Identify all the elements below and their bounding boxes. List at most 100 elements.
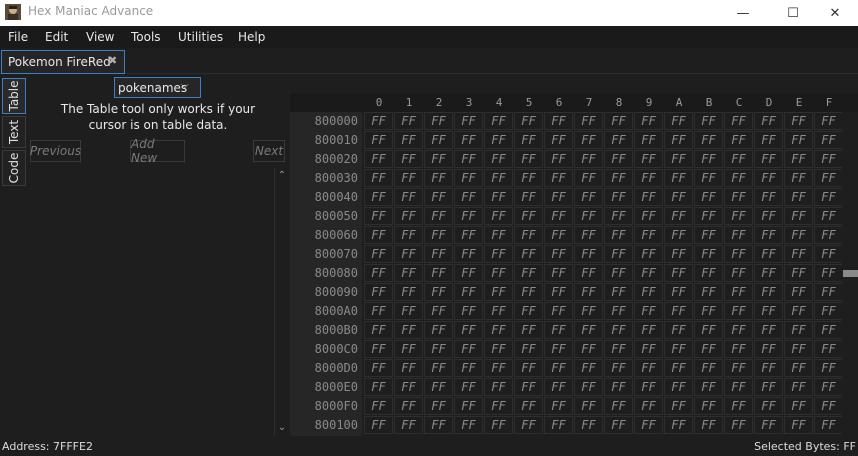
hex-byte-cell[interactable]: FF: [484, 321, 513, 339]
hex-byte-cell[interactable]: FF: [364, 283, 393, 301]
hex-byte-cell[interactable]: FF: [754, 226, 783, 244]
hex-byte-cell[interactable]: FF: [694, 397, 723, 415]
hex-byte-cell[interactable]: FF: [754, 150, 783, 168]
hex-byte-cell[interactable]: FF: [394, 378, 423, 396]
hex-byte-cell[interactable]: FF: [754, 416, 783, 434]
hex-byte-cell[interactable]: FF: [574, 264, 603, 282]
hex-byte-cell[interactable]: FF: [514, 188, 543, 206]
hex-byte-cell[interactable]: FF: [574, 340, 603, 358]
hex-byte-cell[interactable]: FF: [424, 302, 453, 320]
hex-byte-cell[interactable]: FF: [544, 245, 573, 263]
hex-byte-cell[interactable]: FF: [784, 302, 813, 320]
hex-byte-cell[interactable]: FF: [664, 378, 693, 396]
hex-byte-cell[interactable]: FF: [694, 264, 723, 282]
hex-byte-cell[interactable]: FF: [454, 416, 483, 434]
hex-byte-cell[interactable]: FF: [604, 112, 633, 130]
hex-byte-cell[interactable]: FF: [364, 397, 393, 415]
hex-byte-cell[interactable]: FF: [664, 397, 693, 415]
hex-byte-cell[interactable]: FF: [754, 264, 783, 282]
hex-byte-cell[interactable]: FF: [364, 416, 393, 434]
hex-byte-cell[interactable]: FF: [754, 131, 783, 149]
hex-byte-cell[interactable]: FF: [394, 416, 423, 434]
hex-byte-cell[interactable]: FF: [634, 378, 663, 396]
hex-byte-cell[interactable]: FF: [574, 416, 603, 434]
hex-byte-cell[interactable]: FF: [514, 226, 543, 244]
hex-byte-cell[interactable]: FF: [424, 188, 453, 206]
hex-byte-cell[interactable]: FF: [574, 112, 603, 130]
hex-byte-cell[interactable]: FF: [724, 112, 753, 130]
hex-byte-cell[interactable]: FF: [814, 321, 843, 339]
hex-byte-cell[interactable]: FF: [484, 112, 513, 130]
hex-byte-cell[interactable]: FF: [784, 207, 813, 225]
hex-byte-cell[interactable]: FF: [664, 416, 693, 434]
hex-byte-cell[interactable]: FF: [724, 378, 753, 396]
hex-byte-cell[interactable]: FF: [814, 131, 843, 149]
hex-byte-cell[interactable]: FF: [784, 188, 813, 206]
hex-byte-cell[interactable]: FF: [604, 169, 633, 187]
hex-byte-cell[interactable]: FF: [814, 416, 843, 434]
hex-scrollbar-thumb[interactable]: [843, 270, 858, 277]
hex-byte-cell[interactable]: FF: [484, 359, 513, 377]
hex-byte-cell[interactable]: FF: [454, 283, 483, 301]
hex-byte-cell[interactable]: FF: [514, 378, 543, 396]
scroll-up-icon[interactable]: ⌃: [275, 170, 289, 181]
hex-byte-cell[interactable]: FF: [694, 359, 723, 377]
hex-byte-cell[interactable]: FF: [364, 131, 393, 149]
hex-byte-cell[interactable]: FF: [634, 397, 663, 415]
hex-byte-cell[interactable]: FF: [634, 150, 663, 168]
hex-byte-cell[interactable]: FF: [634, 416, 663, 434]
hex-byte-cell[interactable]: FF: [724, 397, 753, 415]
hex-byte-cell[interactable]: FF: [754, 378, 783, 396]
hex-byte-cell[interactable]: FF: [424, 416, 453, 434]
hex-byte-cell[interactable]: FF: [604, 283, 633, 301]
hex-byte-cell[interactable]: FF: [754, 397, 783, 415]
hex-byte-cell[interactable]: FF: [514, 150, 543, 168]
hex-scrollbar[interactable]: [842, 112, 858, 436]
hex-byte-cell[interactable]: FF: [364, 207, 393, 225]
hex-byte-cell[interactable]: FF: [814, 150, 843, 168]
hex-byte-cell[interactable]: FF: [784, 150, 813, 168]
hex-byte-cell[interactable]: FF: [394, 226, 423, 244]
hex-byte-cell[interactable]: FF: [484, 340, 513, 358]
hex-byte-cell[interactable]: FF: [394, 302, 423, 320]
hex-byte-cell[interactable]: FF: [664, 340, 693, 358]
hex-byte-cell[interactable]: FF: [544, 226, 573, 244]
hex-byte-cell[interactable]: FF: [754, 169, 783, 187]
hex-byte-cell[interactable]: FF: [664, 226, 693, 244]
hex-byte-cell[interactable]: FF: [694, 321, 723, 339]
hex-byte-cell[interactable]: FF: [544, 378, 573, 396]
hex-byte-cell[interactable]: FF: [664, 321, 693, 339]
hex-byte-cell[interactable]: FF: [394, 112, 423, 130]
hex-byte-cell[interactable]: FF: [784, 226, 813, 244]
hex-byte-cell[interactable]: FF: [754, 340, 783, 358]
hex-grid[interactable]: FF FF FF FF FF FF FF FF FF FF FF FF FF FF FF FF FF FF FF FF…: [364, 112, 843, 436]
hex-byte-cell[interactable]: FF: [364, 340, 393, 358]
hex-byte-cell[interactable]: FF: [724, 131, 753, 149]
hex-byte-cell[interactable]: FF: [724, 283, 753, 301]
hex-byte-cell[interactable]: FF: [784, 321, 813, 339]
hex-byte-cell[interactable]: FF: [634, 359, 663, 377]
hex-byte-cell[interactable]: FF: [634, 131, 663, 149]
tab-code[interactable]: Code: [2, 150, 26, 186]
hex-byte-cell[interactable]: FF: [394, 207, 423, 225]
hex-byte-cell[interactable]: FF: [544, 283, 573, 301]
hex-byte-cell[interactable]: FF: [604, 378, 633, 396]
hex-byte-cell[interactable]: FF: [424, 283, 453, 301]
hex-byte-cell[interactable]: FF: [544, 416, 573, 434]
hex-byte-cell[interactable]: FF: [514, 131, 543, 149]
hex-byte-cell[interactable]: FF: [514, 245, 543, 263]
hex-byte-cell[interactable]: FF: [814, 378, 843, 396]
hex-byte-cell[interactable]: FF: [694, 340, 723, 358]
hex-byte-cell[interactable]: FF: [364, 264, 393, 282]
hex-byte-cell[interactable]: FF: [814, 226, 843, 244]
hex-byte-cell[interactable]: FF: [514, 397, 543, 415]
hex-byte-cell[interactable]: FF: [544, 131, 573, 149]
hex-byte-cell[interactable]: FF: [694, 302, 723, 320]
next-button[interactable]: Next: [253, 140, 285, 162]
hex-byte-cell[interactable]: FF: [754, 112, 783, 130]
tab-table[interactable]: Table: [2, 78, 26, 114]
hex-byte-cell[interactable]: FF: [364, 150, 393, 168]
add-new-button[interactable]: Add New: [130, 137, 185, 165]
hex-byte-cell[interactable]: FF: [574, 188, 603, 206]
hex-byte-cell[interactable]: FF: [814, 397, 843, 415]
